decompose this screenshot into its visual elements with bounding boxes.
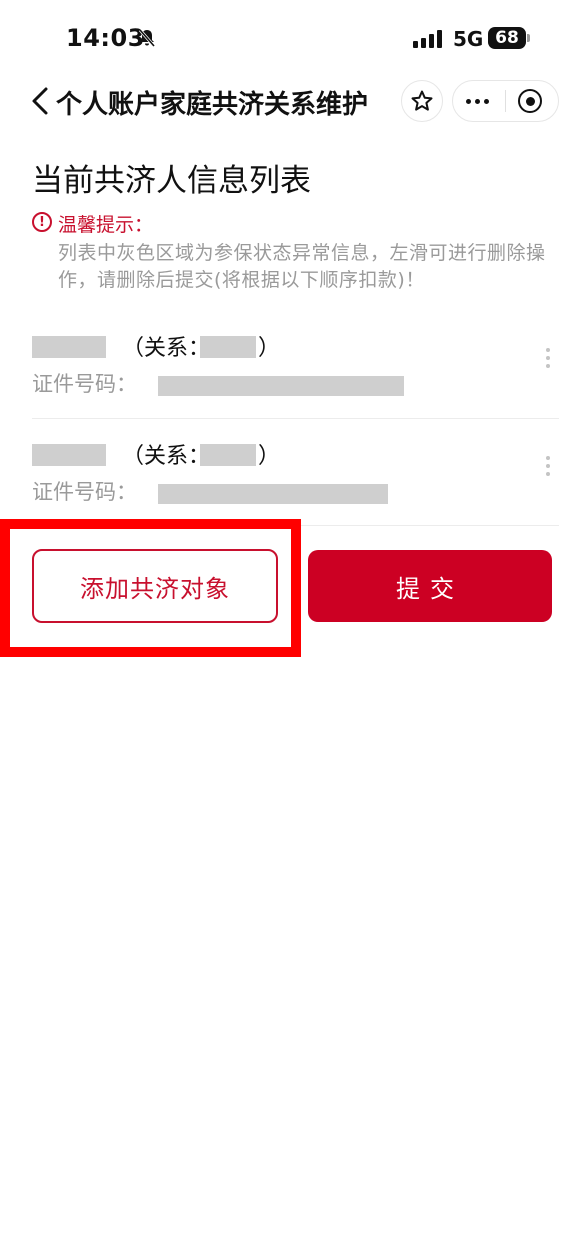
id-number-label: 证件号码：: [32, 480, 137, 504]
page-title: 当前共济人信息列表: [32, 163, 311, 199]
status-time: 14:03: [66, 24, 145, 52]
member-name-redacted: [32, 336, 106, 358]
tip-body: 列表中灰色区域为参保状态异常信息，左滑可进行删除操作，请删除后提交(将根据以下顺…: [58, 242, 546, 291]
add-beneficiary-button[interactable]: 添加共济对象: [32, 549, 278, 623]
relation-value-redacted: [200, 336, 256, 358]
relation-close: ）: [258, 444, 281, 469]
member-row[interactable]: （关系： ） 证件号码：: [32, 320, 550, 425]
kebab-icon[interactable]: [546, 456, 550, 476]
relation-value-redacted: [200, 444, 256, 466]
star-icon: [411, 90, 433, 111]
submit-button[interactable]: 提交: [308, 550, 552, 622]
battery-icon: 68: [488, 27, 526, 49]
bell-off-icon: [137, 28, 157, 52]
capsule-divider: [505, 90, 506, 112]
id-number-label: 证件号码：: [32, 372, 137, 396]
signal-icon: [413, 30, 442, 48]
divider: [32, 418, 559, 419]
network-label: 5G: [453, 27, 484, 51]
favorite-button[interactable]: [401, 80, 443, 122]
member-row[interactable]: （关系： ） 证件号码：: [32, 428, 550, 533]
more-icon[interactable]: [466, 99, 489, 104]
back-chevron-icon[interactable]: [28, 84, 54, 118]
battery-cap: [527, 34, 530, 42]
id-number-redacted: [158, 376, 404, 396]
id-number-redacted: [158, 484, 388, 504]
warning-icon: !: [32, 212, 52, 232]
member-name-redacted: [32, 444, 106, 466]
relation-label: （关系：: [122, 444, 211, 469]
kebab-icon[interactable]: [546, 348, 550, 368]
target-icon[interactable]: [518, 89, 542, 113]
relation-close: ）: [258, 336, 281, 361]
page-nav-title: 个人账户家庭共济关系维护: [56, 90, 369, 120]
tip-title: 温馨提示：: [58, 214, 154, 236]
relation-label: （关系：: [122, 336, 211, 361]
